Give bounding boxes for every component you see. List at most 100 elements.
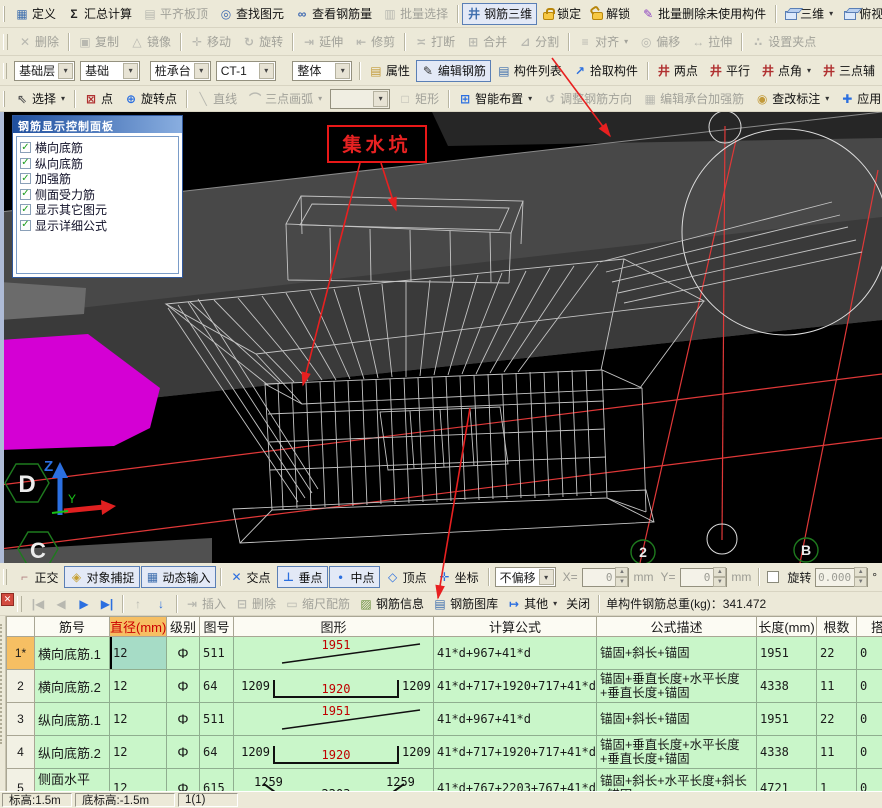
display-option[interactable]: ✓横向底筋: [20, 140, 175, 156]
toolbar-dropdown-button[interactable]: ⌒三点画弧▾: [243, 88, 327, 110]
toolbar-dropdown-button[interactable]: ⊞智能布置▾: [453, 88, 537, 110]
纵向底筋.2[interactable]: 4 纵向底筋.2 12 Φ 64 1209 1920 1209: [7, 736, 882, 769]
toolbar-button[interactable]: ╲直线: [191, 88, 242, 110]
length-cell[interactable]: 4338: [757, 670, 817, 703]
combo-box[interactable]: 基础层▾: [14, 61, 75, 81]
steel-grade-cell[interactable]: Φ: [167, 637, 200, 670]
toolbar-button[interactable]: ⇥延伸: [297, 31, 348, 53]
formula-description-cell[interactable]: 锚固+斜长+锚固: [597, 637, 757, 670]
toolbar-dropdown-button[interactable]: ⇖选择▾: [10, 88, 70, 110]
toolbar-dropdown-button[interactable]: ≡对齐▾: [573, 31, 633, 53]
toolbar-button[interactable]: ⊟删除: [231, 594, 280, 614]
length-cell[interactable]: 4338: [757, 736, 817, 769]
toolbar-button[interactable]: ∴设置夹点: [746, 31, 821, 53]
toolbar-button[interactable]: ⊕旋转点: [119, 88, 182, 110]
toolbar-button[interactable]: ◇顶点: [381, 566, 432, 588]
toolbar-dropdown-button[interactable]: ◉查改标注▾: [750, 88, 834, 110]
row-number-cell[interactable]: 5: [7, 769, 35, 792]
steel-grade-cell[interactable]: Φ: [167, 736, 200, 769]
toolbar-button[interactable]: ✕交点: [225, 566, 276, 588]
toolbar-button[interactable]: 关闭: [562, 594, 594, 614]
侧面水平筋.1[interactable]: 5 侧面水平筋.1 12 Φ 615 1259 45 2203: [7, 769, 882, 792]
toolbar-button[interactable]: ▶: [73, 594, 95, 614]
toolbar-button[interactable]: 井三点辅: [817, 60, 880, 82]
row-number-cell[interactable]: 1*: [7, 637, 35, 670]
diameter-cell[interactable]: 12: [110, 703, 167, 736]
lap-cell[interactable]: 0: [857, 769, 882, 792]
toolbar-button[interactable]: ▶|: [96, 594, 118, 614]
calc-formula-cell[interactable]: 41*d+967+41*d: [434, 637, 597, 670]
toolbar-button[interactable]: □矩形: [393, 88, 444, 110]
toolbar-button[interactable]: ↻旋转: [237, 31, 288, 53]
toolbar-button[interactable]: ↔拉伸: [686, 31, 737, 53]
toolbar-button[interactable]: ✎编辑钢筋: [416, 60, 491, 82]
toolbar-button[interactable]: ↗拾取构件: [568, 60, 643, 82]
spinner-input[interactable]: 0▲▼: [680, 568, 728, 587]
count-cell[interactable]: 11: [817, 670, 857, 703]
spinner-arrows-icon[interactable]: ▲▼: [713, 567, 726, 587]
横向底筋.2[interactable]: 2 横向底筋.2 12 Φ 64 1209 1920 1209: [7, 670, 882, 703]
toolbar-button[interactable]: ▣复制: [73, 31, 124, 53]
toolbar-button[interactable]: ⊞合并: [461, 31, 512, 53]
calc-formula-cell[interactable]: 41*d+717+1920+717+41*d: [434, 670, 597, 703]
toolbar-button[interactable]: ✚应用: [835, 88, 882, 110]
steel-grade-cell[interactable]: Φ: [167, 703, 200, 736]
toolbar-button[interactable]: ∞查看钢筋量: [290, 3, 377, 25]
toolbar-button[interactable]: 锁定: [538, 3, 586, 25]
row-number-cell[interactable]: 4: [7, 736, 35, 769]
shape-diagram-cell[interactable]: 1259 45 2203 45 1259: [234, 769, 434, 792]
lap-cell[interactable]: 0: [857, 703, 882, 736]
toolbar-button[interactable]: •中点: [329, 566, 380, 588]
spinner-arrows-icon[interactable]: ▲▼: [854, 567, 867, 587]
toolbar-button[interactable]: ⊥垂点: [277, 566, 328, 588]
toolbar-button[interactable]: ▨钢筋信息: [355, 594, 428, 614]
toolbar-button[interactable]: 井钢筋三维: [462, 3, 537, 25]
toolbar-button[interactable]: ✕删除: [13, 31, 64, 53]
toolbar-button[interactable]: 井平行: [704, 60, 755, 82]
checkbox-checked-icon[interactable]: ✓: [20, 189, 31, 200]
toolbar-button[interactable]: Σ汇总计算: [62, 3, 137, 25]
formula-description-cell[interactable]: 锚固+垂直长度+水平长度+垂直长度+锚固: [597, 736, 757, 769]
diameter-cell[interactable]: 12: [110, 637, 167, 670]
toolbar-button[interactable]: ⇤修剪: [349, 31, 400, 53]
checkbox-checked-icon[interactable]: ✓: [20, 173, 31, 184]
toolbar-button[interactable]: ⇥插入: [181, 594, 230, 614]
toolbar-button[interactable]: ◈对象捕捉: [64, 566, 139, 588]
formula-description-cell[interactable]: 锚固+斜长+水平长度+斜长+锚固: [597, 769, 757, 792]
combo-box[interactable]: CT-1▾: [216, 61, 276, 81]
calc-formula-cell[interactable]: 41*d+767+2203+767+41*d: [434, 769, 597, 792]
rebar-name-cell[interactable]: 横向底筋.2: [35, 670, 110, 703]
length-cell[interactable]: 1951: [757, 703, 817, 736]
shape-diagram-cell[interactable]: 1209 1920 1209: [234, 670, 434, 703]
combo-box[interactable]: 桩承台▾: [150, 61, 211, 81]
lap-cell[interactable]: 0: [857, 637, 882, 670]
length-cell[interactable]: 1951: [757, 637, 817, 670]
toolbar-button[interactable]: 井两点: [652, 60, 703, 82]
spinner-arrows-icon[interactable]: ▲▼: [615, 567, 628, 587]
纵向底筋.1[interactable]: 3 纵向底筋.1 12 Φ 511 1951: [7, 703, 882, 736]
toolbar-button[interactable]: ↑: [127, 594, 149, 614]
toolbar-button[interactable]: ⊠点: [79, 88, 118, 110]
calc-formula-cell[interactable]: 41*d+967+41*d: [434, 703, 597, 736]
toolbar-button[interactable]: ▭缩尺配筋: [281, 594, 354, 614]
display-option[interactable]: ✓侧面受力筋: [20, 187, 175, 203]
figure-number-cell[interactable]: 511: [200, 637, 234, 670]
spinner-input[interactable]: 0▲▼: [582, 568, 630, 587]
combo-box[interactable]: 不偏移▾: [495, 567, 556, 587]
diameter-cell[interactable]: 12: [110, 670, 167, 703]
combo-box[interactable]: ▾: [330, 89, 390, 109]
display-option[interactable]: ✓纵向底筋: [20, 156, 175, 172]
toolbar-button[interactable]: 解锁: [587, 3, 635, 25]
steel-grade-cell[interactable]: Φ: [167, 670, 200, 703]
combo-box[interactable]: 基础▾: [80, 61, 140, 81]
checkbox-checked-icon[interactable]: ✓: [20, 204, 31, 215]
toolbar-button[interactable]: ◎偏移: [634, 31, 685, 53]
figure-number-cell[interactable]: 64: [200, 736, 234, 769]
combo-box[interactable]: 整体▾: [292, 61, 352, 81]
checkbox-checked-icon[interactable]: ✓: [20, 220, 31, 231]
toolbar-button[interactable]: ▤平齐板顶: [138, 3, 213, 25]
diameter-cell[interactable]: 12: [110, 769, 167, 792]
toolbar-dropdown-button[interactable]: 三维▾: [780, 3, 838, 25]
toolbar-button[interactable]: ▤属性: [364, 60, 415, 82]
toolbar-dropdown-button[interactable]: 俯视▾: [839, 3, 882, 25]
